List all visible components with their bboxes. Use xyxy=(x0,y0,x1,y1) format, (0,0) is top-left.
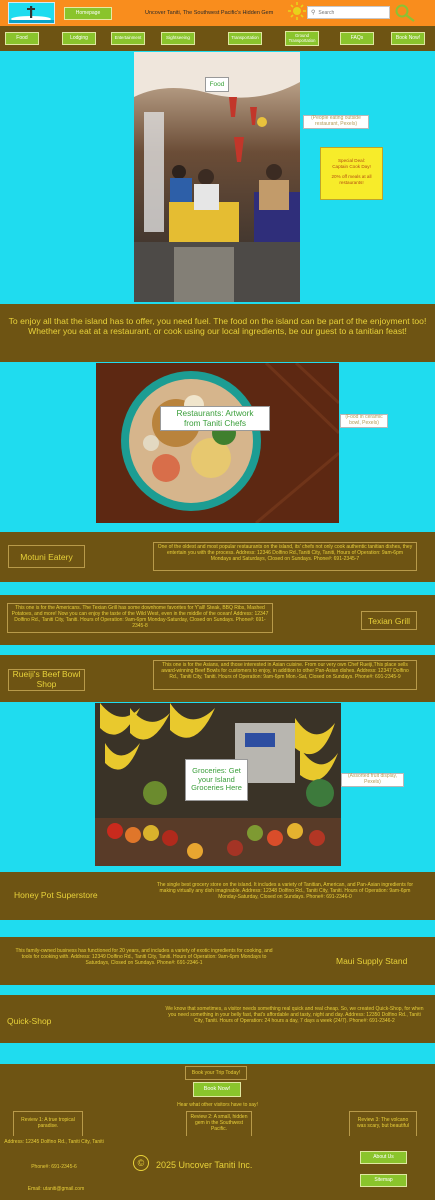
intro-text: To enjoy all that the island has to offe… xyxy=(8,316,427,337)
copyright-text: 2025 Uncover Taniti Inc. xyxy=(156,1160,253,1170)
copyright-icon: © xyxy=(133,1155,149,1171)
reviews-heading: Hear what other visitors have to say! xyxy=(177,1102,258,1108)
nav-entertainment[interactable]: Entertainment xyxy=(111,32,145,45)
island-cross-icon xyxy=(9,6,54,23)
nav-ground-transportation[interactable]: Ground Transportation xyxy=(285,31,319,46)
groceries-overlay: Groceries: Get your Island Groceries Her… xyxy=(185,759,248,801)
nav-lodging[interactable]: Lodging xyxy=(62,32,96,45)
restaurants-overlay: Restaurants: Artwork from Taniti Chefs xyxy=(160,406,270,431)
texian-grill-description: This one is for the Americans. The Texia… xyxy=(7,603,273,633)
rueiji-beef-bowl-name[interactable]: Rueiji's Beef Bowl Shop xyxy=(8,669,85,691)
food-bowl-photo xyxy=(96,363,339,523)
homepage-button[interactable]: Homepage xyxy=(64,7,112,20)
nav-food[interactable]: Food xyxy=(5,32,39,45)
magnifier-icon[interactable] xyxy=(393,3,417,23)
texian-grill-name[interactable]: Texian Grill xyxy=(361,611,417,630)
review-card-1: Review 1: A true tropical paradise. xyxy=(13,1111,83,1137)
special-deal-card[interactable]: Special Deal: Captain Cook Day! 20% off … xyxy=(320,147,383,200)
nav-transportation[interactable]: Transportation xyxy=(228,32,262,45)
people-eating-caption: (People eating outside restaurant, Pexel… xyxy=(303,115,369,129)
nav-book-now[interactable]: Book Now! xyxy=(391,32,425,45)
maui-supply-name[interactable]: Maui Supply Stand xyxy=(336,956,426,966)
nav-faqs[interactable]: FAQs xyxy=(340,32,374,45)
food-bowl-caption: (Food in ceramic bowl, Pexels) xyxy=(340,414,388,428)
about-us-button[interactable]: About Us xyxy=(360,1151,407,1164)
review-card-3: Review 3: The volcano was scary, but bea… xyxy=(349,1111,417,1137)
fruit-display-caption: (Assorted fruit display, Pexels) xyxy=(341,773,404,787)
motuni-eatery-description: One of the oldest and most popular resta… xyxy=(153,542,417,571)
rueiji-beef-bowl-description: This one is for the Asians, and those in… xyxy=(153,660,417,690)
quick-shop-description: We know that sometimes, a visitor needs … xyxy=(165,1006,424,1025)
footer-phone: Phone#: 691-2345-6 xyxy=(31,1164,77,1170)
food-tag: Food xyxy=(205,77,229,92)
special-deal-offer: 20% off meals at all restaurants! xyxy=(331,174,372,186)
maui-supply-description: This family-owned business has functione… xyxy=(15,948,273,967)
search-box[interactable]: ⚲ xyxy=(307,6,390,19)
quick-shop-name[interactable]: Quick-Shop xyxy=(7,1016,77,1026)
search-input[interactable] xyxy=(315,8,387,17)
book-now-button[interactable]: Book Now! xyxy=(193,1082,241,1097)
review-card-2: Review 2: A small, hidden gem in the Sou… xyxy=(186,1111,252,1137)
nav-sightseeing[interactable]: Sightseeing xyxy=(161,32,195,45)
copyright-symbol: © xyxy=(137,1158,145,1168)
sun-icon xyxy=(287,1,307,21)
sitemap-button[interactable]: Sitemap xyxy=(360,1174,407,1187)
site-title: Uncover Taniti, The Southwest Pacific's … xyxy=(145,10,274,16)
site-logo[interactable] xyxy=(8,2,55,24)
footer-address: Address: 12345 Dolfino Rd., Taniti City,… xyxy=(4,1139,104,1145)
honey-pot-name[interactable]: Honey Pot Superstore xyxy=(14,890,124,900)
honey-pot-description: The single best grocery store on the isl… xyxy=(156,882,414,901)
footer-email[interactable]: Email: utaniti@gmail.com xyxy=(4,1186,108,1192)
book-trip-prompt: Book your Trip Today! xyxy=(185,1066,247,1080)
motuni-eatery-name[interactable]: Motuni Eatery xyxy=(8,545,85,568)
